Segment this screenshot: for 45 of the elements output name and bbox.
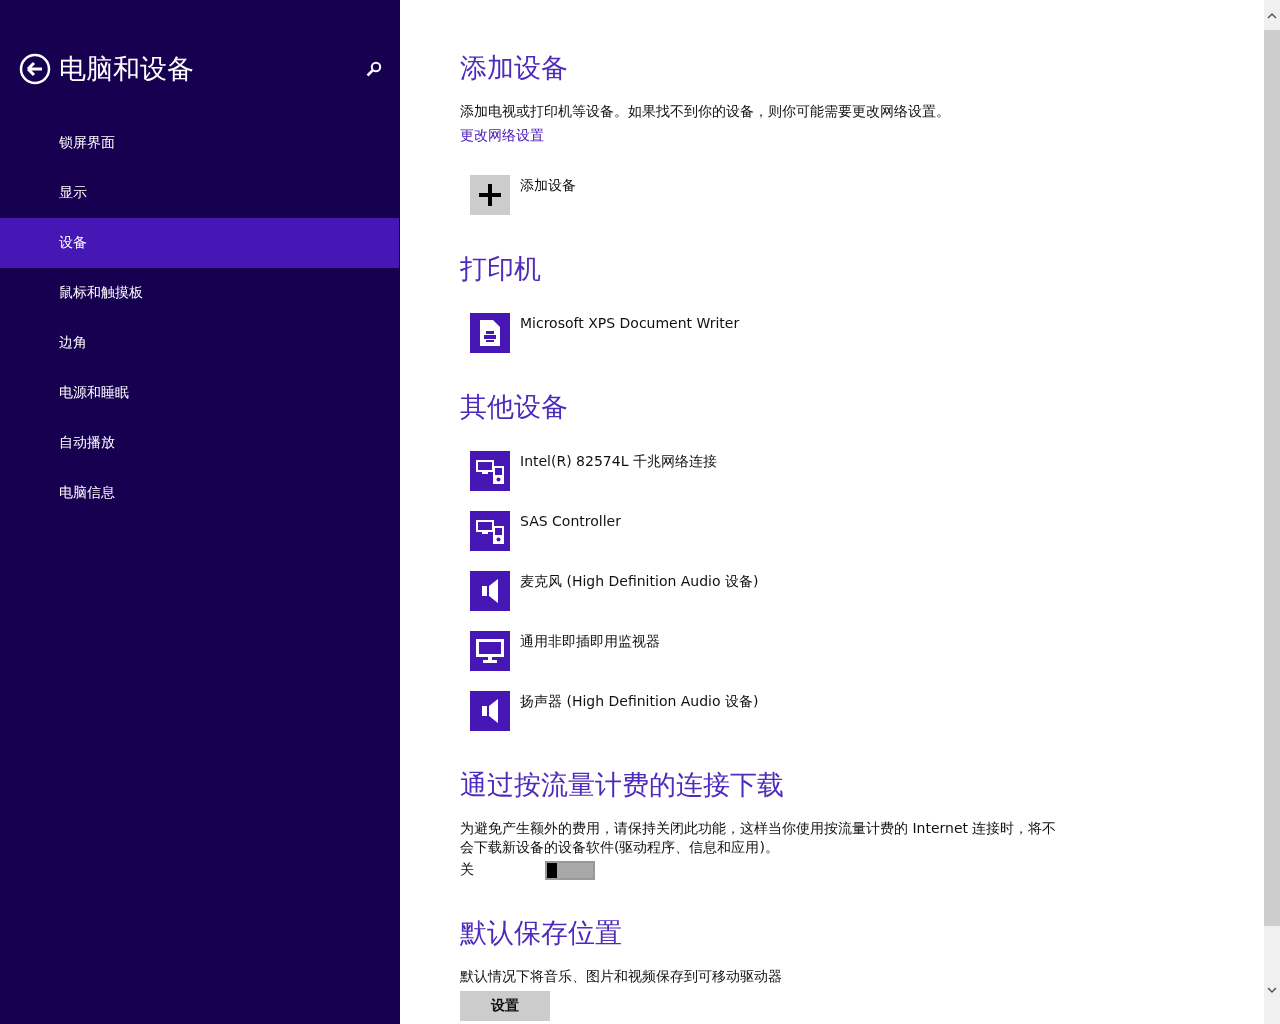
toggle-label: 关 — [460, 861, 475, 879]
nav-item[interactable]: 电源和睡眠 — [0, 368, 399, 418]
page-title: 电脑和设备 — [59, 52, 195, 86]
device-name[interactable]: 扬声器 (High Definition Audio 设备) — [520, 691, 759, 711]
toggle-switch[interactable] — [545, 860, 595, 880]
nav-item[interactable]: 边角 — [0, 318, 399, 368]
search-icon[interactable] — [366, 61, 382, 77]
device-tile[interactable] — [470, 691, 510, 731]
section-heading: 打印机 — [460, 252, 542, 286]
device-tile[interactable] — [470, 451, 510, 491]
monitor-icon — [476, 639, 504, 663]
device-name[interactable]: Microsoft XPS Document Writer — [520, 313, 740, 333]
device-tile[interactable] — [470, 571, 510, 611]
nav-item[interactable]: 显示 — [0, 168, 399, 218]
devices-icon — [476, 518, 504, 544]
scroll-down-icon[interactable] — [1267, 986, 1277, 994]
devices-icon — [476, 458, 504, 484]
add-device-tile[interactable] — [470, 175, 510, 215]
section-description: 为避免产生额外的费用，请保持关闭此功能，这样当你使用按流量计费的 Internet 连接时，将不会下载新设备的设备软件(驱动程序、信息和应用)。 — [460, 819, 1058, 857]
printer-document-icon — [480, 320, 500, 346]
device-tile[interactable] — [470, 313, 510, 353]
section-description: 默认情况下将音乐、图片和视频保存到可移动驱动器 — [460, 967, 783, 986]
section-heading: 默认保存位置 — [460, 916, 623, 950]
nav-item[interactable]: 鼠标和触摸板 — [0, 268, 399, 318]
speaker-icon — [482, 699, 498, 723]
plus-icon — [479, 184, 501, 206]
section-heading: 添加设备 — [460, 51, 569, 85]
settings-button[interactable]: 设置 — [460, 991, 550, 1021]
network-settings-link[interactable]: 更改网络设置 — [460, 125, 544, 145]
device-tile[interactable] — [470, 511, 510, 551]
device-tile[interactable] — [470, 631, 510, 671]
section-heading: 其他设备 — [460, 390, 569, 424]
device-name[interactable]: SAS Controller — [520, 511, 621, 531]
device-name[interactable]: 麦克风 (High Definition Audio 设备) — [520, 571, 759, 591]
speaker-icon — [482, 579, 498, 603]
nav-item[interactable]: 锁屏界面 — [0, 118, 399, 168]
device-name[interactable]: Intel(R) 82574L 千兆网络连接 — [520, 451, 717, 471]
scroll-up-icon[interactable] — [1267, 12, 1277, 20]
device-name[interactable]: 添加设备 — [520, 175, 576, 195]
section-heading: 通过按流量计费的连接下载 — [460, 768, 785, 802]
nav-item[interactable]: 自动播放 — [0, 418, 399, 468]
section-description: 添加电视或打印机等设备。如果找不到你的设备，则你可能需要更改网络设置。 — [460, 102, 951, 121]
nav-item[interactable]: 设备 — [0, 218, 399, 268]
nav-item[interactable]: 电脑信息 — [0, 468, 399, 518]
device-name[interactable]: 通用非即插即用监视器 — [520, 631, 660, 651]
